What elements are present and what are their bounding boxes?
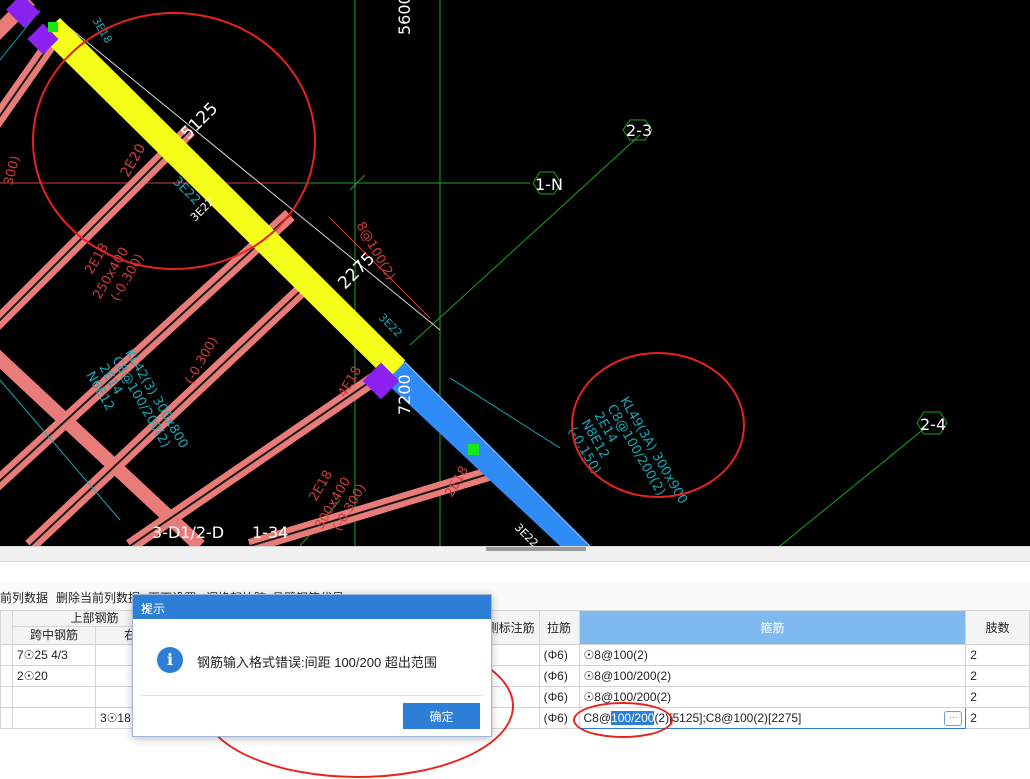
panel-splitter[interactable] xyxy=(0,546,1030,562)
legs-cell[interactable]: 2 xyxy=(965,644,1030,666)
axis-label-3-D1-2-D: 3-D1/2-D xyxy=(152,523,224,542)
annotation-circle-cell xyxy=(573,702,673,738)
legs-cell[interactable]: 2 xyxy=(965,707,1030,729)
grip-point[interactable] xyxy=(48,22,58,32)
grip-point-2[interactable] xyxy=(468,444,479,455)
error-dialog: 提示 × i 钢筋输入格式错误:间距 100/200 超出范围 确定 xyxy=(132,594,492,737)
dialog-divider xyxy=(141,695,483,696)
stirrup-cell[interactable]: ☉8@100/200(2) xyxy=(578,665,967,687)
legs-cell[interactable]: 2 xyxy=(965,665,1030,687)
axis-label-2-4: 2-4 xyxy=(920,415,946,434)
label-3E22-bottom: 3E22 xyxy=(512,521,541,546)
mid-span-cell[interactable]: 2☉20 xyxy=(11,665,96,687)
mid-span-cell[interactable] xyxy=(11,686,96,708)
annotation-circle-right xyxy=(571,352,745,498)
dim-5600: 5600 xyxy=(395,0,414,35)
more-options-button[interactable]: ··· xyxy=(944,711,963,726)
blue-beam-edge xyxy=(404,361,591,546)
dialog-message: 钢筋输入格式错误:间距 100/200 超出范围 xyxy=(197,655,437,670)
annotation-circle-top xyxy=(32,12,316,270)
legs-cell[interactable]: 2 xyxy=(965,686,1030,708)
cad-canvas[interactable]: 5600 5125 2275 7200 2-3 1-N 2-4 3-D1/2-D… xyxy=(0,0,1030,546)
tie-cell[interactable]: (Φ6) xyxy=(538,644,580,666)
axis-line-2-4 xyxy=(779,427,926,546)
close-icon[interactable]: × xyxy=(141,600,483,617)
axis-line-2-3 xyxy=(409,134,641,346)
info-icon: i xyxy=(157,647,183,673)
axis-label-1-34: 1-34 xyxy=(252,523,288,542)
dim-7200: 7200 xyxy=(395,374,414,415)
row-number-header xyxy=(0,610,13,645)
blue-beam[interactable] xyxy=(385,362,590,546)
toolbar-item-delete-column[interactable]: 删除当前列数据 xyxy=(56,589,140,606)
legs-header: 肢数 xyxy=(965,610,1030,645)
splitter-grip[interactable] xyxy=(486,547,586,551)
mid-span-cell[interactable] xyxy=(11,707,96,729)
tie-rebar-header: 拉筋 xyxy=(538,610,580,645)
mid-span-header: 跨中钢筋 xyxy=(13,627,96,644)
axis-label-1-N: 1-N xyxy=(535,175,563,194)
stirrup-header[interactable]: 箍筋 xyxy=(578,610,967,645)
stirrup-value-suffix: (2)[5125];C8@100(2)[2275] xyxy=(654,711,802,725)
stirrup-cell[interactable]: ☉8@100(2) xyxy=(578,644,967,666)
ok-button[interactable]: 确定 xyxy=(403,703,480,729)
tie-cell[interactable]: (Φ6) xyxy=(538,665,580,687)
toolbar-item-copy-column[interactable]: 前列数据 xyxy=(0,589,48,606)
label-left-edge-300: 300) xyxy=(1,154,23,187)
dialog-title-bar[interactable]: 提示 × xyxy=(133,595,491,619)
axis-label-2-3: 2-3 xyxy=(626,121,652,140)
tie-cell[interactable]: (Φ6) xyxy=(538,686,580,708)
mid-span-cell[interactable]: 7☉25 4/3 xyxy=(11,644,96,666)
